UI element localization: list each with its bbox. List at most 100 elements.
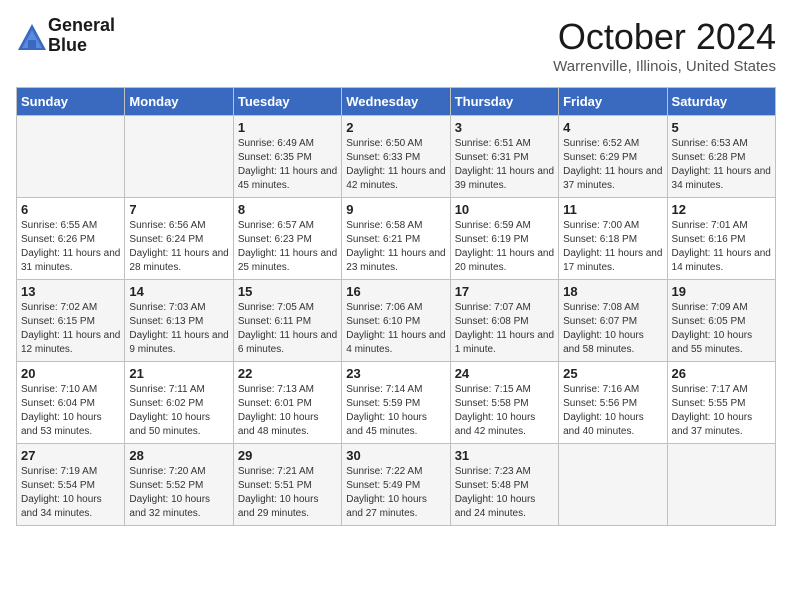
day-number: 17 <box>455 284 554 299</box>
day-number: 27 <box>21 448 120 463</box>
calendar-cell: 16Sunrise: 7:06 AMSunset: 6:10 PMDayligh… <box>342 280 450 362</box>
cell-info: Sunset: 6:11 PM <box>238 315 337 329</box>
calendar-cell: 20Sunrise: 7:10 AMSunset: 6:04 PMDayligh… <box>17 362 125 444</box>
day-number: 7 <box>129 202 228 217</box>
day-number: 16 <box>346 284 445 299</box>
cell-info: Sunrise: 6:51 AM <box>455 137 554 151</box>
cell-info: Daylight: 10 hours and 48 minutes. <box>238 411 337 439</box>
header-thursday: Thursday <box>450 88 558 116</box>
day-number: 15 <box>238 284 337 299</box>
cell-info: Sunset: 5:58 PM <box>455 397 554 411</box>
cell-info: Daylight: 11 hours and 9 minutes. <box>129 329 228 357</box>
cell-info: Daylight: 11 hours and 45 minutes. <box>238 165 337 193</box>
calendar-cell: 23Sunrise: 7:14 AMSunset: 5:59 PMDayligh… <box>342 362 450 444</box>
cell-info: Daylight: 11 hours and 25 minutes. <box>238 247 337 275</box>
cell-info: Sunset: 6:16 PM <box>672 233 771 247</box>
header-sunday: Sunday <box>17 88 125 116</box>
cell-info: Daylight: 11 hours and 34 minutes. <box>672 165 771 193</box>
calendar-cell: 22 Sunrise: 7:13 AMSunset: 6:01 PMDayligh… <box>233 362 341 444</box>
cell-info: Sunset: 6:01 PM <box>238 397 337 411</box>
cell-info: Sunrise: 7:11 AM <box>129 383 228 397</box>
week-row-1: 1Sunrise: 6:49 AMSunset: 6:35 PMDaylight… <box>17 116 776 198</box>
cell-info: Sunset: 6:13 PM <box>129 315 228 329</box>
cell-info: Sunset: 6:05 PM <box>672 315 771 329</box>
day-number: 23 <box>346 366 445 381</box>
cell-info: Sunset: 6:23 PM <box>238 233 337 247</box>
day-number: 21 <box>129 366 228 381</box>
day-number: 6 <box>21 202 120 217</box>
cell-info: Sunrise: 6:58 AM <box>346 219 445 233</box>
calendar-cell: 18Sunrise: 7:08 AMSunset: 6:07 PMDayligh… <box>559 280 667 362</box>
cell-info: Daylight: 10 hours and 34 minutes. <box>21 493 120 521</box>
cell-info: Sunset: 5:51 PM <box>238 479 337 493</box>
day-number: 2 <box>346 120 445 135</box>
cell-info: Sunrise: 7:22 AM <box>346 465 445 479</box>
cell-info: Sunset: 6:21 PM <box>346 233 445 247</box>
cell-info: Sunrise: 7:21 AM <box>238 465 337 479</box>
calendar-cell: 8Sunrise: 6:57 AMSunset: 6:23 PMDaylight… <box>233 198 341 280</box>
cell-info: Sunset: 5:48 PM <box>455 479 554 493</box>
day-number: 11 <box>563 202 662 217</box>
day-number: 14 <box>129 284 228 299</box>
cell-info: Sunset: 5:54 PM <box>21 479 120 493</box>
cell-info: Sunset: 6:35 PM <box>238 151 337 165</box>
cell-info: Sunset: 6:24 PM <box>129 233 228 247</box>
cell-info: Sunrise: 7:16 AM <box>563 383 662 397</box>
cell-info: Daylight: 11 hours and 39 minutes. <box>455 165 554 193</box>
cell-info: Daylight: 10 hours and 27 minutes. <box>346 493 445 521</box>
cell-info: Daylight: 11 hours and 6 minutes. <box>238 329 337 357</box>
day-number: 13 <box>21 284 120 299</box>
cell-info: Sunset: 6:15 PM <box>21 315 120 329</box>
day-number: 9 <box>346 202 445 217</box>
cell-info: Sunrise: 6:59 AM <box>455 219 554 233</box>
cell-info: Sunset: 5:55 PM <box>672 397 771 411</box>
cell-info: Sunrise: 7:13 AM <box>238 383 337 397</box>
calendar-cell: 15Sunrise: 7:05 AMSunset: 6:11 PMDayligh… <box>233 280 341 362</box>
cell-info: Sunrise: 7:15 AM <box>455 383 554 397</box>
day-number: 20 <box>21 366 120 381</box>
calendar-cell: 13 Sunrise: 7:02 AMSunset: 6:15 PMDayligh… <box>17 280 125 362</box>
cell-info: Sunset: 6:08 PM <box>455 315 554 329</box>
cell-info: Sunrise: 7:20 AM <box>129 465 228 479</box>
cell-info: Sunrise: 6:49 AM <box>238 137 337 151</box>
cell-info: Sunrise: 7:17 AM <box>672 383 771 397</box>
logo: General Blue <box>16 16 115 56</box>
cell-info: Sunset: 6:28 PM <box>672 151 771 165</box>
cell-info: Sunset: 5:59 PM <box>346 397 445 411</box>
calendar-cell: 14Sunrise: 7:03 AMSunset: 6:13 PMDayligh… <box>125 280 233 362</box>
cell-info: Sunset: 5:56 PM <box>563 397 662 411</box>
calendar-cell <box>17 116 125 198</box>
day-number: 10 <box>455 202 554 217</box>
calendar-cell: 29Sunrise: 7:21 AMSunset: 5:51 PMDayligh… <box>233 444 341 526</box>
cell-info: Sunrise: 6:52 AM <box>563 137 662 151</box>
calendar-cell: 11Sunrise: 7:00 AMSunset: 6:18 PMDayligh… <box>559 198 667 280</box>
cell-info: Daylight: 10 hours and 29 minutes. <box>238 493 337 521</box>
cell-info: Sunset: 6:26 PM <box>21 233 120 247</box>
cell-info: Sunrise: 6:55 AM <box>21 219 120 233</box>
cell-info: Daylight: 11 hours and 12 minutes. <box>21 329 120 357</box>
day-number: 5 <box>672 120 771 135</box>
day-number: 4 <box>563 120 662 135</box>
cell-info: Daylight: 11 hours and 28 minutes. <box>129 247 228 275</box>
cell-info: Daylight: 11 hours and 23 minutes. <box>346 247 445 275</box>
cell-info: Daylight: 11 hours and 1 minute. <box>455 329 554 357</box>
day-number: 22 <box>238 366 337 381</box>
cell-info: Daylight: 11 hours and 20 minutes. <box>455 247 554 275</box>
cell-info: Sunrise: 7:02 AM <box>21 301 120 315</box>
cell-info: Daylight: 10 hours and 50 minutes. <box>129 411 228 439</box>
calendar-cell: 17Sunrise: 7:07 AMSunset: 6:08 PMDayligh… <box>450 280 558 362</box>
calendar-cell: 26Sunrise: 7:17 AMSunset: 5:55 PMDayligh… <box>667 362 775 444</box>
cell-info: Sunset: 6:10 PM <box>346 315 445 329</box>
logo-line2: Blue <box>48 36 115 56</box>
week-row-4: 20Sunrise: 7:10 AMSunset: 6:04 PMDayligh… <box>17 362 776 444</box>
month-title: October 2024 <box>553 16 776 58</box>
calendar-cell: 28Sunrise: 7:20 AMSunset: 5:52 PMDayligh… <box>125 444 233 526</box>
cell-info: Sunset: 6:02 PM <box>129 397 228 411</box>
cell-info: Daylight: 10 hours and 53 minutes. <box>21 411 120 439</box>
location: Warrenville, Illinois, United States <box>553 58 776 75</box>
day-number: 31 <box>455 448 554 463</box>
header-wednesday: Wednesday <box>342 88 450 116</box>
day-number: 18 <box>563 284 662 299</box>
cell-info: Sunrise: 7:01 AM <box>672 219 771 233</box>
cell-info: Sunrise: 7:19 AM <box>21 465 120 479</box>
